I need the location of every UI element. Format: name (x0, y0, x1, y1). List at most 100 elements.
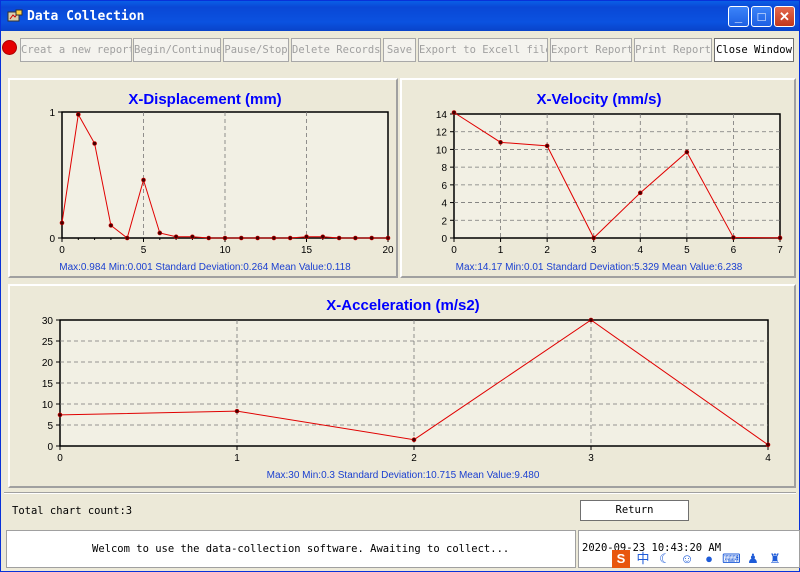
data-point (239, 235, 244, 241)
y-tick-label: 20 (42, 358, 54, 369)
window-title: Data Collection (27, 9, 145, 24)
chart-count: Total chart count:3 (12, 505, 133, 517)
data-point (353, 235, 358, 241)
y-tick-label: 12 (436, 128, 448, 139)
chart-statistics: Max:0.984 Min:0.001 Standard Deviation:0… (59, 262, 351, 273)
user-icon[interactable]: ♟ (744, 550, 762, 568)
pause-stop-button[interactable]: Pause/Stop (223, 38, 289, 62)
chart-title: X-Displacement (mm) (128, 91, 281, 108)
export-to-excell-file-button[interactable]: Export to Excell file (418, 38, 548, 62)
y-tick-label: 10 (42, 400, 54, 411)
displacement-chart: X-Displacement (mm) 0 5 10 15 20 0 1 Max:0.984 M… (49, 91, 394, 273)
data-point (271, 235, 277, 241)
x-tick-label: 10 (219, 245, 231, 256)
data-point (777, 235, 783, 241)
data-point (369, 235, 375, 241)
x-tick-label: 4 (638, 245, 644, 256)
maximize-button[interactable]: □ (751, 6, 772, 27)
return-button[interactable]: Return (580, 500, 689, 521)
x-tick-label: 0 (59, 245, 65, 256)
x-tick-label: 0 (57, 453, 63, 464)
close-button[interactable]: ✕ (774, 6, 795, 27)
x-tick-label: 7 (777, 245, 783, 256)
data-point (108, 223, 114, 228)
x-tick-label: 3 (588, 453, 594, 464)
y-tick-label: 0 (441, 234, 447, 245)
title-bar[interactable]: Data Collection _ □ ✕ (1, 1, 799, 31)
x-tick-label: 2 (411, 453, 417, 464)
data-point (59, 220, 65, 226)
data-point (411, 437, 417, 442)
y-tick-label: 30 (42, 316, 54, 327)
data-point (57, 412, 63, 418)
x-tick-label: 3 (591, 245, 597, 256)
delete-records-button[interactable]: Delete Records (291, 38, 381, 62)
print-report-button[interactable]: Print Report (634, 38, 712, 62)
begin-continue-button[interactable]: Begin/Continue (133, 38, 221, 62)
smiley-icon[interactable]: ☺ (678, 550, 696, 568)
x-tick-label: 5 (684, 245, 690, 256)
keyboard-icon[interactable]: ⌨ (722, 550, 741, 568)
data-point (124, 235, 130, 241)
data-point (765, 442, 771, 448)
data-point (304, 234, 309, 240)
export-report-button[interactable]: Export Report (550, 38, 632, 62)
record-icon (2, 40, 17, 55)
y-tick-label: 0 (47, 442, 53, 453)
ime-s-icon[interactable]: S (612, 550, 630, 568)
system-tray: S 中 ☾ ☺ ● ⌨ ♟ ♜ (612, 549, 784, 569)
acceleration-chart: X-Acceleration (m/s2) 0 1 2 3 4 0 5 10 15 20 25 30 Ma… (42, 297, 771, 481)
data-point (684, 149, 690, 155)
x-tick-label: 20 (382, 245, 394, 256)
x-tick-label: 2 (544, 245, 550, 256)
shirt-icon[interactable]: ♜ (766, 550, 784, 568)
y-tick-label: 8 (441, 163, 447, 174)
x-tick-label: 0 (451, 245, 457, 256)
x-tick-label: 1 (234, 453, 240, 464)
chart-statistics: Max:14.17 Min:0.01 Standard Deviation:5.… (456, 262, 743, 273)
velocity-chart: X-Velocity (mm/s)0 1 2 3 4 5 6 702468101214Max:… (436, 91, 783, 273)
y-tick-label: 4 (441, 199, 447, 210)
data-point (287, 235, 293, 241)
x-tick-label: 15 (301, 245, 313, 256)
data-point (385, 235, 391, 241)
data-point (190, 234, 195, 240)
x-tick-label: 4 (765, 453, 771, 464)
creat-a-new-report-button[interactable]: Creat a new report (20, 38, 132, 62)
data-point (731, 235, 736, 240)
displacement-chart-panel: X-Displacement (mm) 0 5 10 15 20 0 1 Max:0.984 M… (8, 78, 398, 278)
data-point (336, 235, 342, 241)
moon-icon[interactable]: ☾ (656, 550, 674, 568)
data-point (320, 234, 326, 240)
minimize-button[interactable]: _ (728, 6, 749, 27)
acceleration-chart-panel: X-Acceleration (m/s2) 0 1 2 3 4 0 5 10 15 20 25 30 Ma… (8, 284, 796, 488)
data-point (234, 408, 240, 414)
data-point (637, 190, 643, 196)
x-tick-label: 1 (498, 245, 504, 256)
y-tick-label: 2 (441, 216, 447, 227)
velocity-chart-panel: X-Velocity (mm/s) 0 1 2 3 4 5 6 7 0 2 4 6 8 10 12 14 Max:… (400, 78, 796, 278)
mic-icon[interactable]: ● (700, 550, 718, 568)
data-point (591, 235, 597, 241)
status-message: Welcom to use the data-collection softwa… (92, 543, 510, 555)
data-point (498, 140, 503, 145)
data-point (76, 112, 81, 117)
chart-title: X-Velocity (mm/s) (536, 91, 661, 108)
data-point (222, 235, 228, 241)
data-point (588, 317, 594, 323)
close-window-button[interactable]: Close Window (714, 38, 794, 62)
y-tick-label: 5 (47, 421, 53, 432)
save-button[interactable]: Save (383, 38, 416, 62)
plot-area (453, 113, 781, 239)
data-point (173, 234, 179, 240)
data-point (92, 141, 97, 146)
chinese-icon[interactable]: 中 (634, 550, 652, 568)
y-tick-label: 15 (42, 379, 54, 390)
data-point (544, 143, 550, 149)
data-point (141, 177, 146, 183)
y-tick-label: 6 (441, 181, 447, 192)
data-point (206, 235, 211, 241)
data-point (157, 230, 163, 236)
app-icon (7, 9, 23, 22)
y-tick-label: 25 (42, 337, 54, 348)
